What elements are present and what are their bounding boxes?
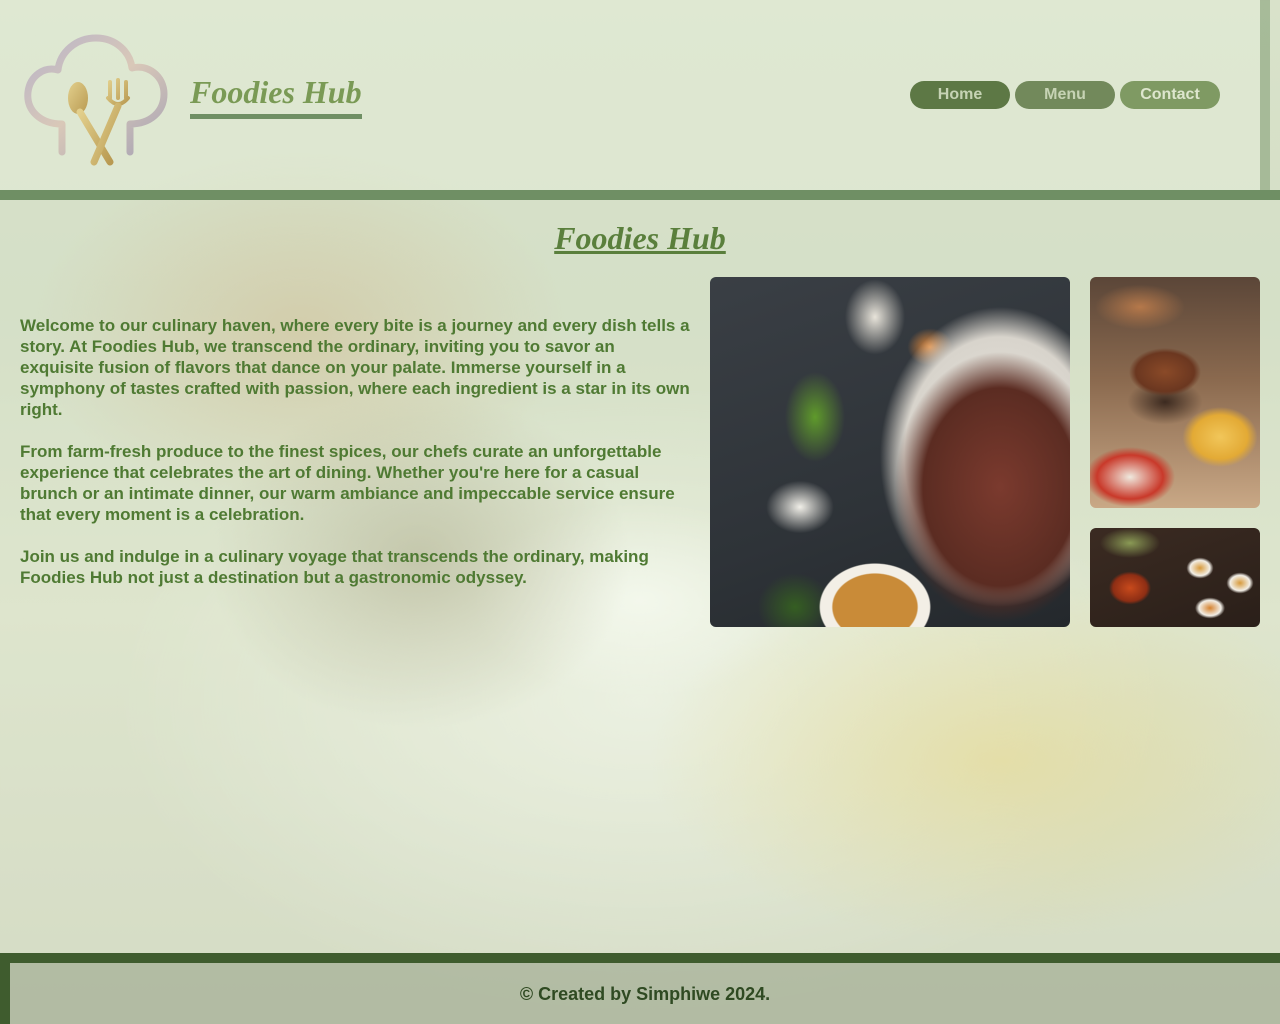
steak-platter-photo: [710, 277, 1070, 627]
intro-paragraph: Join us and indulge in a culinary voyage…: [20, 547, 649, 587]
header-divider: [0, 190, 1280, 200]
main-nav: Home Menu Contact: [910, 81, 1220, 109]
chef-hat-cutlery-icon[interactable]: [22, 32, 170, 172]
brand-name: Foodies Hub: [190, 74, 362, 119]
nav-menu-button[interactable]: Menu: [1015, 81, 1115, 109]
copyright-text: © Created by Simphiwe 2024.: [519, 984, 771, 1004]
intro-paragraph: Welcome to our culinary haven, where eve…: [20, 316, 690, 419]
burger-fries-photo: [1090, 277, 1260, 508]
intro-section: Welcome to our culinary haven, where eve…: [20, 315, 692, 609]
intro-paragraph: From farm-fresh produce to the finest sp…: [20, 442, 675, 524]
curry-dishes-photo: [1090, 528, 1260, 627]
nav-contact-button[interactable]: Contact: [1120, 81, 1220, 109]
site-header: Foodies Hub Home Menu Contact: [0, 0, 1270, 190]
footer-divider: [0, 953, 1280, 963]
nav-home-button[interactable]: Home: [910, 81, 1010, 109]
page-title: Foodies Hub: [554, 220, 726, 256]
